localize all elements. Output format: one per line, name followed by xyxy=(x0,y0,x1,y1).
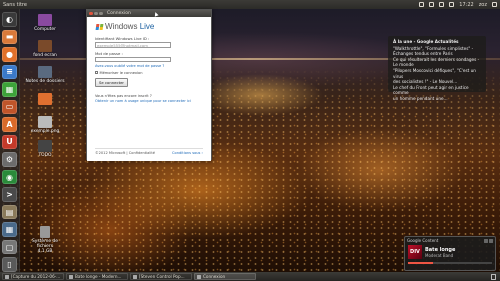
minimize-icon[interactable] xyxy=(484,238,488,243)
remember-label: Mémoriser le connexion xyxy=(99,70,143,75)
dialog-footer: ©2012 Microsoft | Confidentialité Condit… xyxy=(95,148,203,155)
remember-checkbox[interactable] xyxy=(95,71,98,74)
mail-icon[interactable] xyxy=(419,2,425,7)
logo-word-windows: Windows xyxy=(105,22,138,31)
window-icon xyxy=(69,274,73,279)
track-artist: Moderat Band xyxy=(425,253,454,258)
taskbar: [Capture du 2012-06-... Bate longe - Mod… xyxy=(0,272,500,281)
live-id-input[interactable]: exemple555@hotmail.com xyxy=(95,42,171,48)
files-icon[interactable]: ▤ xyxy=(2,204,17,220)
ubuntu-one-icon[interactable]: U xyxy=(2,134,17,150)
system-tray: 17:22 zoz xyxy=(419,2,497,8)
launcher: ◐ ▬ ● ≡ ▦ ▭ A U ⚙ ◉ > ▤ ▦ ▢ ▯ xyxy=(0,9,20,272)
folder-icon xyxy=(38,66,52,78)
connexion-dialog: Connexion Windows Live Identifiant Windo… xyxy=(86,9,212,161)
news-line: "Pilopers Moscovici défiques", "C'est un… xyxy=(393,67,476,79)
forgot-password-link[interactable]: Avez-vous oublié votre mot de passe ? xyxy=(95,64,203,68)
remember-row: Mémoriser le connexion xyxy=(95,71,203,75)
trash-icon[interactable] xyxy=(491,273,496,280)
dialog-title: Connexion xyxy=(107,11,131,16)
desktop-icon-todo[interactable]: TODO xyxy=(25,140,65,158)
desktop-icon-image[interactable]: exemple.png xyxy=(25,116,65,134)
network-icon[interactable] xyxy=(429,2,435,7)
windows-flag-icon xyxy=(95,23,104,30)
music-header: Google Content xyxy=(405,237,495,244)
desktop-icon-wallpaper-folder[interactable]: fond ecran xyxy=(25,40,65,58)
home-folder-icon[interactable]: ▬ xyxy=(2,29,17,45)
folder-icon xyxy=(38,93,52,105)
news-line: Le chef du Front peut agir en justice co… xyxy=(393,84,469,96)
folder-icon xyxy=(38,40,52,52)
window-icon xyxy=(133,274,137,279)
logo-word-live: Live xyxy=(139,22,155,31)
dialog-body: Windows Live Identifiant Windows Live ID… xyxy=(87,17,211,161)
maximize-icon[interactable] xyxy=(99,11,103,16)
terminal-icon[interactable]: > xyxy=(2,187,17,202)
track-info: Bate longe Moderat Band xyxy=(425,247,455,259)
music-window-controls xyxy=(484,238,493,243)
no-account-text: Vous n'êtes pas encore inscrit ? xyxy=(95,93,152,98)
password-input[interactable] xyxy=(95,56,171,62)
firefox-icon[interactable]: ● xyxy=(2,47,17,62)
desktop-icon-notes[interactable]: Notes de dossiers xyxy=(25,66,65,84)
desktop-icon-orange-folder[interactable] xyxy=(25,93,65,106)
dash-icon[interactable]: ◐ xyxy=(2,12,17,27)
chrome-icon[interactable]: ◉ xyxy=(2,169,17,185)
footer-terms-link[interactable]: Conditions sous › xyxy=(172,151,203,155)
music-progress-fill xyxy=(408,262,434,264)
desktop-icon-filesystem[interactable]: Système de fichiers 4,1 GB xyxy=(25,226,65,254)
dialog-titlebar[interactable]: Connexion xyxy=(87,10,211,17)
music-body: DIV Bate longe Moderat Band xyxy=(405,244,495,260)
libreoffice-writer-icon[interactable]: ≡ xyxy=(2,64,17,80)
libreoffice-impress-icon[interactable]: ▭ xyxy=(2,99,17,115)
volume-icon[interactable] xyxy=(449,2,455,7)
close-icon[interactable] xyxy=(489,238,493,243)
top-panel: Sans titre 17:22 zoz xyxy=(0,0,500,9)
news-header: À la une - Google Actualités xyxy=(393,39,459,44)
music-progress-bar[interactable] xyxy=(408,262,492,264)
image-file-icon xyxy=(38,116,52,128)
trash-icon[interactable]: ▯ xyxy=(2,257,17,272)
text-file-icon xyxy=(38,140,52,152)
news-line: un homme pendant une... xyxy=(393,95,448,101)
album-cover[interactable]: DIV xyxy=(408,245,422,259)
desktop-icon-computer[interactable]: Computer xyxy=(25,14,65,32)
taskbar-item[interactable]: [Capture du 2012-06-... xyxy=(2,273,64,280)
music-player-widget: Google Content DIV Bate longe Moderat Ba… xyxy=(404,236,496,271)
taskbar-item[interactable]: [Steven Control Pop... xyxy=(130,273,192,280)
clock[interactable]: 17:22 xyxy=(459,2,473,8)
news-widget[interactable]: À la une - Google Actualités "Walkthrott… xyxy=(388,36,486,101)
ubuntu-software-icon[interactable]: A xyxy=(2,117,17,132)
active-window-title: Sans titre xyxy=(3,1,27,8)
music-search-label: Google Content xyxy=(407,238,439,243)
settings-icon[interactable]: ⚙ xyxy=(2,152,17,167)
taskbar-item[interactable]: Bate longe - Modern... xyxy=(66,273,128,280)
power-icon[interactable] xyxy=(492,2,497,7)
live-id-label: Identifiant Windows Live ID : xyxy=(95,36,150,41)
signup-link[interactable]: Obtenir un nom à usage unique pour se co… xyxy=(95,99,203,103)
window-icon xyxy=(197,274,201,279)
battery-icon[interactable] xyxy=(439,2,445,7)
user-menu[interactable]: zoz xyxy=(479,2,487,8)
connect-button[interactable]: Se connecter xyxy=(95,77,128,87)
disk-icon[interactable]: ▢ xyxy=(2,239,17,255)
password-label: Mot de passe : xyxy=(95,50,123,56)
libreoffice-calc-icon[interactable]: ▦ xyxy=(2,82,17,97)
workspace-switcher-icon[interactable]: ▦ xyxy=(2,222,17,237)
drive-icon xyxy=(40,226,50,238)
window-icon xyxy=(5,274,9,279)
close-icon[interactable] xyxy=(89,11,93,16)
footer-copyright[interactable]: ©2012 Microsoft | Confidentialité xyxy=(95,151,155,155)
taskbar-item-active[interactable]: Connexion xyxy=(194,273,256,280)
computer-icon xyxy=(38,14,52,26)
windows-live-logo: Windows Live xyxy=(95,22,203,31)
minimize-icon[interactable] xyxy=(94,11,98,16)
